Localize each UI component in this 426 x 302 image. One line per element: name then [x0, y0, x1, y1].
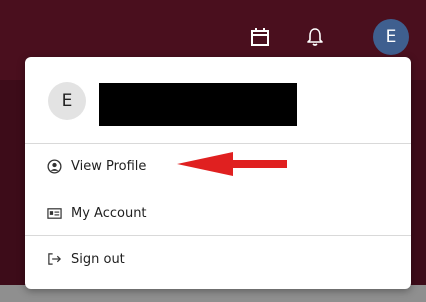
redacted-user-name	[99, 83, 297, 126]
divider	[25, 235, 411, 236]
view-profile-label: View Profile	[71, 158, 147, 174]
annotation-arrow-icon	[177, 152, 287, 176]
sign-out-label: Sign out	[71, 251, 125, 267]
bell-icon[interactable]	[303, 25, 327, 49]
my-account-label: My Account	[71, 205, 147, 221]
calendar-icon[interactable]	[248, 25, 272, 49]
avatar-letter: E	[61, 91, 73, 111]
user-avatar-button[interactable]: E	[373, 19, 409, 55]
my-account-item[interactable]: My Account	[25, 191, 411, 235]
user-circle-icon	[46, 158, 62, 174]
id-card-icon	[46, 205, 62, 221]
avatar: E	[48, 82, 86, 120]
sign-out-item[interactable]: Sign out	[25, 237, 411, 281]
sign-out-icon	[46, 251, 62, 267]
menu-header: E	[25, 57, 411, 143]
user-dropdown-menu: E View Profile My Account Sign out	[25, 57, 411, 289]
avatar-letter: E	[385, 27, 397, 47]
